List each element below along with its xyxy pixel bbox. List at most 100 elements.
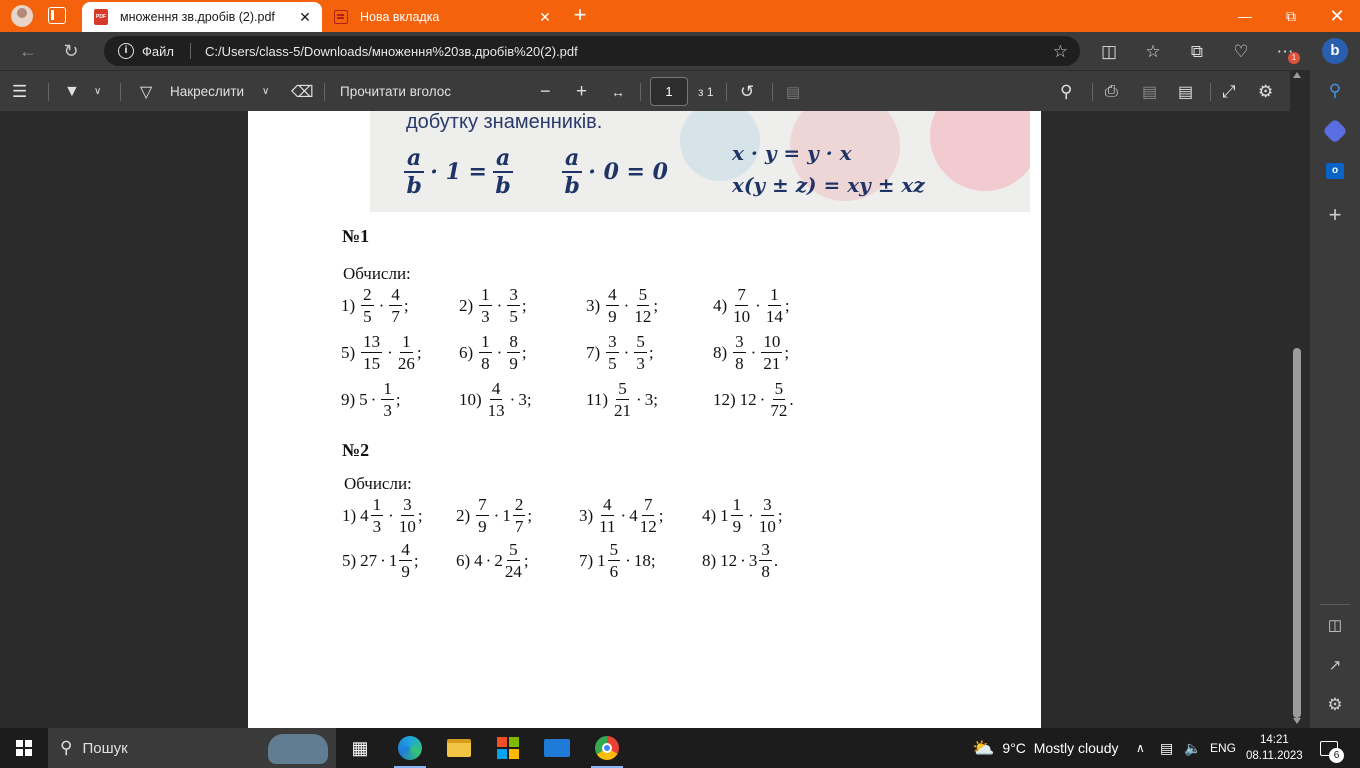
fraction: 25 [361, 286, 374, 325]
punctuation: . [789, 389, 794, 409]
numerator: 2 [361, 285, 374, 306]
contents-icon[interactable]: ☰ [12, 71, 27, 112]
scroll-thumb[interactable] [1293, 348, 1301, 718]
denominator: 5 [509, 307, 518, 326]
clock[interactable]: 14:21 08.11.2023 [1246, 728, 1303, 768]
fullscreen-icon[interactable]: ⤢ [1222, 71, 1236, 112]
scroll-up-icon[interactable] [1293, 72, 1301, 78]
numerator: 1 [400, 332, 413, 353]
favorite-star-icon[interactable]: ☆ [1053, 42, 1068, 62]
weather-widget[interactable]: ⛅ 9°C Mostly cloudy [972, 728, 1119, 768]
back-icon[interactable]: ← [17, 41, 39, 63]
open-external-icon[interactable]: ↗ [1322, 652, 1348, 678]
file-explorer-icon[interactable] [437, 728, 481, 768]
print-icon[interactable]: ⎙ [1105, 71, 1118, 112]
taskbar-search[interactable]: ⚲ Пошук [48, 728, 336, 768]
scroll-down-icon[interactable] [1293, 718, 1301, 724]
save-icon[interactable]: ▤ [1142, 71, 1157, 112]
show-hidden-icons-icon[interactable]: ∧ [1136, 728, 1145, 768]
chevron-down-icon[interactable]: ∨ [262, 71, 269, 112]
search-icon[interactable]: ⚲ [1060, 71, 1072, 112]
denominator: 5 [363, 307, 372, 326]
settings-gear-icon[interactable]: ⚙ [1258, 71, 1273, 112]
refresh-icon[interactable]: ↻ [60, 41, 82, 63]
fraction: 3 10 [759, 496, 776, 535]
sidebar-toggle-icon[interactable]: ◫ [1322, 612, 1348, 638]
copilot-icon[interactable] [1322, 118, 1348, 144]
omnibox[interactable]: i Файл C:/Users/class-5/Downloads/множен… [104, 36, 1080, 66]
page-number-input[interactable] [650, 77, 688, 106]
draw-icon[interactable]: ▽ [140, 71, 152, 112]
new-tab-button[interactable]: + [568, 4, 592, 28]
punctuation: ; [417, 505, 423, 525]
url-text[interactable]: C:/Users/class-5/Downloads/множення%20зв… [205, 44, 578, 59]
divider [726, 83, 727, 101]
tab-actions-icon[interactable] [48, 7, 66, 24]
numerator: 3 [606, 332, 619, 353]
bing-copilot-icon[interactable]: b [1322, 38, 1348, 64]
volume-muted-icon[interactable]: 🔈 [1184, 728, 1201, 768]
multiply-sign: · [750, 342, 757, 362]
denominator: 15 [363, 354, 381, 373]
task-view-icon[interactable]: ▦ [338, 728, 382, 768]
tab-new[interactable]: Нова вкладка ✕ [324, 2, 562, 32]
tab-pdf[interactable]: PDF множення зв.дробів (2).pdf ✕ [82, 2, 322, 32]
close-icon[interactable]: ✕ [294, 9, 316, 26]
page-view-icon[interactable]: ▤ [786, 71, 800, 112]
store-icon[interactable] [486, 728, 530, 768]
zoom-in-icon[interactable]: + [576, 71, 587, 112]
profile-avatar-icon[interactable] [8, 4, 36, 28]
network-icon[interactable]: ▤ [1160, 728, 1173, 768]
zoom-out-icon[interactable]: − [540, 71, 551, 112]
denominator: 10 [733, 307, 751, 326]
formula-numerator: a [562, 147, 583, 173]
denominator: 9 [509, 354, 518, 373]
formula-text: · 1 = [430, 159, 487, 185]
fit-to-width-icon[interactable]: ↔ [611, 71, 625, 112]
split-screen-icon[interactable]: ◫ [1098, 41, 1120, 63]
settings-gear-icon[interactable]: ⚙ [1322, 692, 1348, 718]
exercise-number: 6) [459, 342, 474, 362]
eraser-icon[interactable]: ⌫ [291, 71, 314, 112]
exercise-number: 8) [702, 550, 717, 570]
numerator: 1 [370, 495, 384, 516]
read-aloud-button[interactable]: Прочитати вголос [340, 71, 451, 112]
denominator: 12 [634, 307, 652, 326]
punctuation: ; [527, 505, 533, 525]
add-icon[interactable]: + [1322, 202, 1348, 228]
whole-number: 12 [739, 389, 757, 409]
language-indicator[interactable]: ENG [1210, 728, 1236, 768]
collections-icon[interactable]: ⧉ [1186, 41, 1208, 63]
outlook-icon[interactable]: o [1322, 158, 1348, 184]
chevron-down-icon[interactable]: ∨ [94, 71, 101, 112]
divider [1210, 83, 1211, 101]
numerator: 7 [641, 495, 655, 516]
highlight-icon[interactable]: ▼ [64, 71, 80, 112]
formula-denominator: b [564, 173, 580, 199]
punctuation: ; [653, 389, 658, 409]
windows-start-icon[interactable] [16, 740, 32, 756]
chrome-icon[interactable] [585, 728, 629, 768]
scrollbar[interactable] [1290, 70, 1304, 728]
task2-instruction: Обчисли: [344, 474, 412, 493]
multiply-sign: · [485, 550, 492, 570]
mail-icon[interactable] [535, 728, 579, 768]
restore-button[interactable]: ⧉ [1268, 0, 1314, 32]
edge-taskbar-icon[interactable] [388, 728, 432, 768]
close-window-button[interactable]: ✕ [1314, 0, 1360, 32]
browser-essentials-icon[interactable]: ♡ [1230, 41, 1252, 63]
save-as-icon[interactable]: ▤ [1178, 71, 1193, 112]
notifications-icon[interactable]: 6 [1320, 728, 1344, 768]
exercise-item: 2) 1 3 · 3 5; [459, 286, 527, 325]
rotate-icon[interactable]: ↺ [740, 71, 754, 112]
search-icon[interactable]: ⚲ [1322, 78, 1348, 104]
favorites-icon[interactable]: ☆ [1142, 41, 1164, 63]
draw-button[interactable]: Накреслити [170, 71, 244, 112]
punctuation: ; [523, 550, 529, 570]
info-icon[interactable]: i [118, 43, 134, 59]
multiply-sign: · [496, 342, 503, 362]
close-icon[interactable]: ✕ [534, 9, 556, 26]
exercise-number: 3) [579, 505, 594, 525]
search-icon: ⚲ [60, 738, 73, 757]
minimize-button[interactable]: — [1222, 0, 1268, 32]
